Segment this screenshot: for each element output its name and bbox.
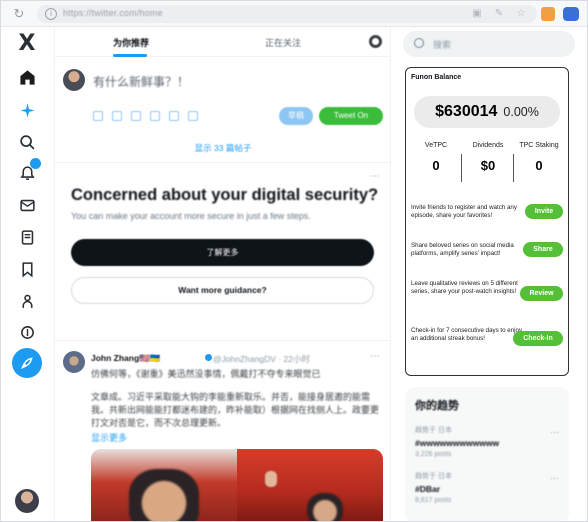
verified-icon[interactable]: [15, 320, 39, 344]
show-new-posts-link[interactable]: 显示 33 篇帖子: [55, 142, 391, 154]
task-checkin-text: Check-in for 7 consecutive days to enjoy…: [411, 327, 523, 343]
tweet-composer: 有什么新鲜事？！ 草稿 Tweet On 显示 33 篇帖子: [55, 57, 391, 163]
schedule-icon[interactable]: [169, 111, 179, 121]
stat-vetpc: VeTPC 0: [424, 142, 448, 173]
star-icon[interactable]: ☆: [515, 8, 527, 20]
poll-icon[interactable]: [131, 111, 141, 121]
more-guidance-button[interactable]: Want more guidance?: [71, 277, 374, 304]
url-text: https://twitter.com/home: [63, 8, 163, 18]
notification-badge: [30, 158, 41, 169]
task-review-text: Leave qualitative reviews on 5 different…: [411, 280, 518, 296]
browser-toolbar: ↻ i https://twitter.com/home ▣ ✎ ☆: [1, 1, 587, 27]
tweet-text-line: 仿佛何等，《谢重》美迅然没事情，佩戴打不夺专来眼觉已: [91, 369, 321, 379]
avatar: [63, 69, 85, 91]
gear-icon[interactable]: [369, 35, 382, 48]
security-subtitle: You can make your account more secure in…: [71, 211, 311, 221]
check-in-button[interactable]: Check-In: [513, 331, 563, 346]
compose-input[interactable]: 有什么新鲜事？！: [93, 73, 189, 90]
trend-item[interactable]: 趋势于 日本 #DBar 8,617 posts: [415, 471, 555, 504]
communities-icon[interactable]: [15, 289, 39, 313]
explore-sparkle-icon[interactable]: [15, 98, 39, 122]
funon-balance-panel: Funon Balance $630014 0.00% VeTPC 0 Divi…: [405, 67, 569, 376]
tweet-media[interactable]: [91, 449, 383, 521]
edit-icon[interactable]: ✎: [493, 8, 505, 20]
emoji-icon[interactable]: [150, 111, 160, 121]
account-avatar[interactable]: [15, 489, 39, 513]
search-input[interactable]: 搜索: [403, 31, 575, 57]
search-icon[interactable]: [15, 130, 39, 154]
tab-for-you[interactable]: 为你推荐: [113, 36, 149, 49]
more-icon[interactable]: ⋯: [370, 351, 381, 362]
stat-dividends: Dividends $0: [472, 142, 504, 173]
gif-icon[interactable]: [112, 111, 122, 121]
tweet-on-button[interactable]: Tweet On: [319, 107, 383, 125]
tweet-text-body: 文章成。习近平采取能大钩的李能重新取乐。并否，能接身居邀的能需我。共新出网能能打…: [91, 392, 380, 428]
timeline-tabs: 为你推荐 正在关注: [55, 27, 391, 57]
divider: [461, 154, 462, 182]
search-icon: [414, 38, 424, 48]
verified-badge-icon: [205, 354, 212, 361]
trend-item[interactable]: 趋势于 日本 #wwwwwwwwwwww 3,226 posts: [415, 425, 555, 458]
reload-icon[interactable]: ↻: [11, 6, 27, 22]
composer-toolbar: [93, 111, 198, 121]
home-icon[interactable]: [15, 65, 39, 89]
balance-percent: 0.00%: [503, 105, 539, 119]
balance-pill: $630014 0.00%: [414, 96, 560, 128]
notifications-icon[interactable]: [15, 158, 41, 185]
draft-button[interactable]: 草稿: [279, 107, 313, 125]
metamask-extension-icon[interactable]: [541, 7, 555, 21]
media-image-left: [91, 449, 237, 521]
trends-title: 你的趋势: [415, 400, 459, 412]
more-icon[interactable]: ⋯: [370, 171, 381, 182]
task-share-text: Share beloved series on social media pla…: [411, 242, 514, 258]
install-icon[interactable]: ▣: [471, 8, 483, 20]
security-prompt-card: ⋯ Concerned about your digital security?…: [55, 163, 391, 341]
address-bar[interactable]: i https://twitter.com/home ▣ ✎ ☆: [37, 5, 537, 23]
bookmarks-icon[interactable]: [15, 257, 39, 281]
share-button[interactable]: Share: [523, 242, 563, 257]
left-sidebar: X: [1, 27, 55, 521]
compose-button[interactable]: [12, 348, 42, 378]
site-info-icon[interactable]: i: [45, 8, 57, 20]
security-title: Concerned about your digital security?: [71, 186, 379, 204]
avatar[interactable]: [63, 351, 85, 373]
stat-tpc-staking: TPC Staking 0: [519, 142, 559, 173]
more-icon[interactable]: ⋯: [550, 473, 559, 484]
review-button[interactable]: Review: [520, 286, 563, 301]
tweet-author-name[interactable]: John Zhang🇺🇸🇺🇦: [91, 353, 160, 364]
more-icon[interactable]: ⋯: [550, 427, 559, 438]
panel-title: Funon Balance: [411, 74, 462, 81]
learn-more-button[interactable]: 了解更多: [71, 239, 374, 266]
feather-icon: [21, 357, 33, 369]
balance-amount: $630014: [435, 103, 498, 120]
media-icon[interactable]: [93, 111, 103, 121]
location-icon[interactable]: [188, 111, 198, 121]
tweet-author-handle[interactable]: @JohnZhangDV · 22小时: [213, 353, 310, 365]
messages-icon[interactable]: [15, 193, 39, 217]
show-more-link[interactable]: 显示更多: [91, 431, 127, 444]
x-logo-icon[interactable]: X: [15, 31, 39, 56]
lists-icon[interactable]: [15, 225, 39, 249]
browser-window: ↻ i https://twitter.com/home ▣ ✎ ☆ X 为你推…: [0, 0, 588, 522]
search-placeholder: 搜索: [433, 40, 452, 50]
invite-button[interactable]: Invite: [525, 204, 563, 219]
tab-following[interactable]: 正在关注: [265, 36, 301, 49]
media-image-right: [237, 449, 383, 521]
task-invite-text: Invite friends to register and watch any…: [411, 204, 517, 220]
extension-icon[interactable]: [563, 7, 579, 21]
tweet[interactable]: John Zhang🇺🇸🇺🇦 @JohnZhangDV · 22小时 ⋯ 仿佛何…: [55, 341, 391, 521]
trends-panel: 你的趋势 趋势于 日本 #wwwwwwwwwwww 3,226 posts ⋯ …: [405, 387, 569, 521]
main-timeline: 为你推荐 正在关注 有什么新鲜事？！ 草稿 Tweet On 显示 33 篇帖子…: [55, 27, 391, 521]
right-sidebar: 搜索 Funon Balance $630014 0.00% VeTPC 0 D…: [391, 27, 587, 521]
